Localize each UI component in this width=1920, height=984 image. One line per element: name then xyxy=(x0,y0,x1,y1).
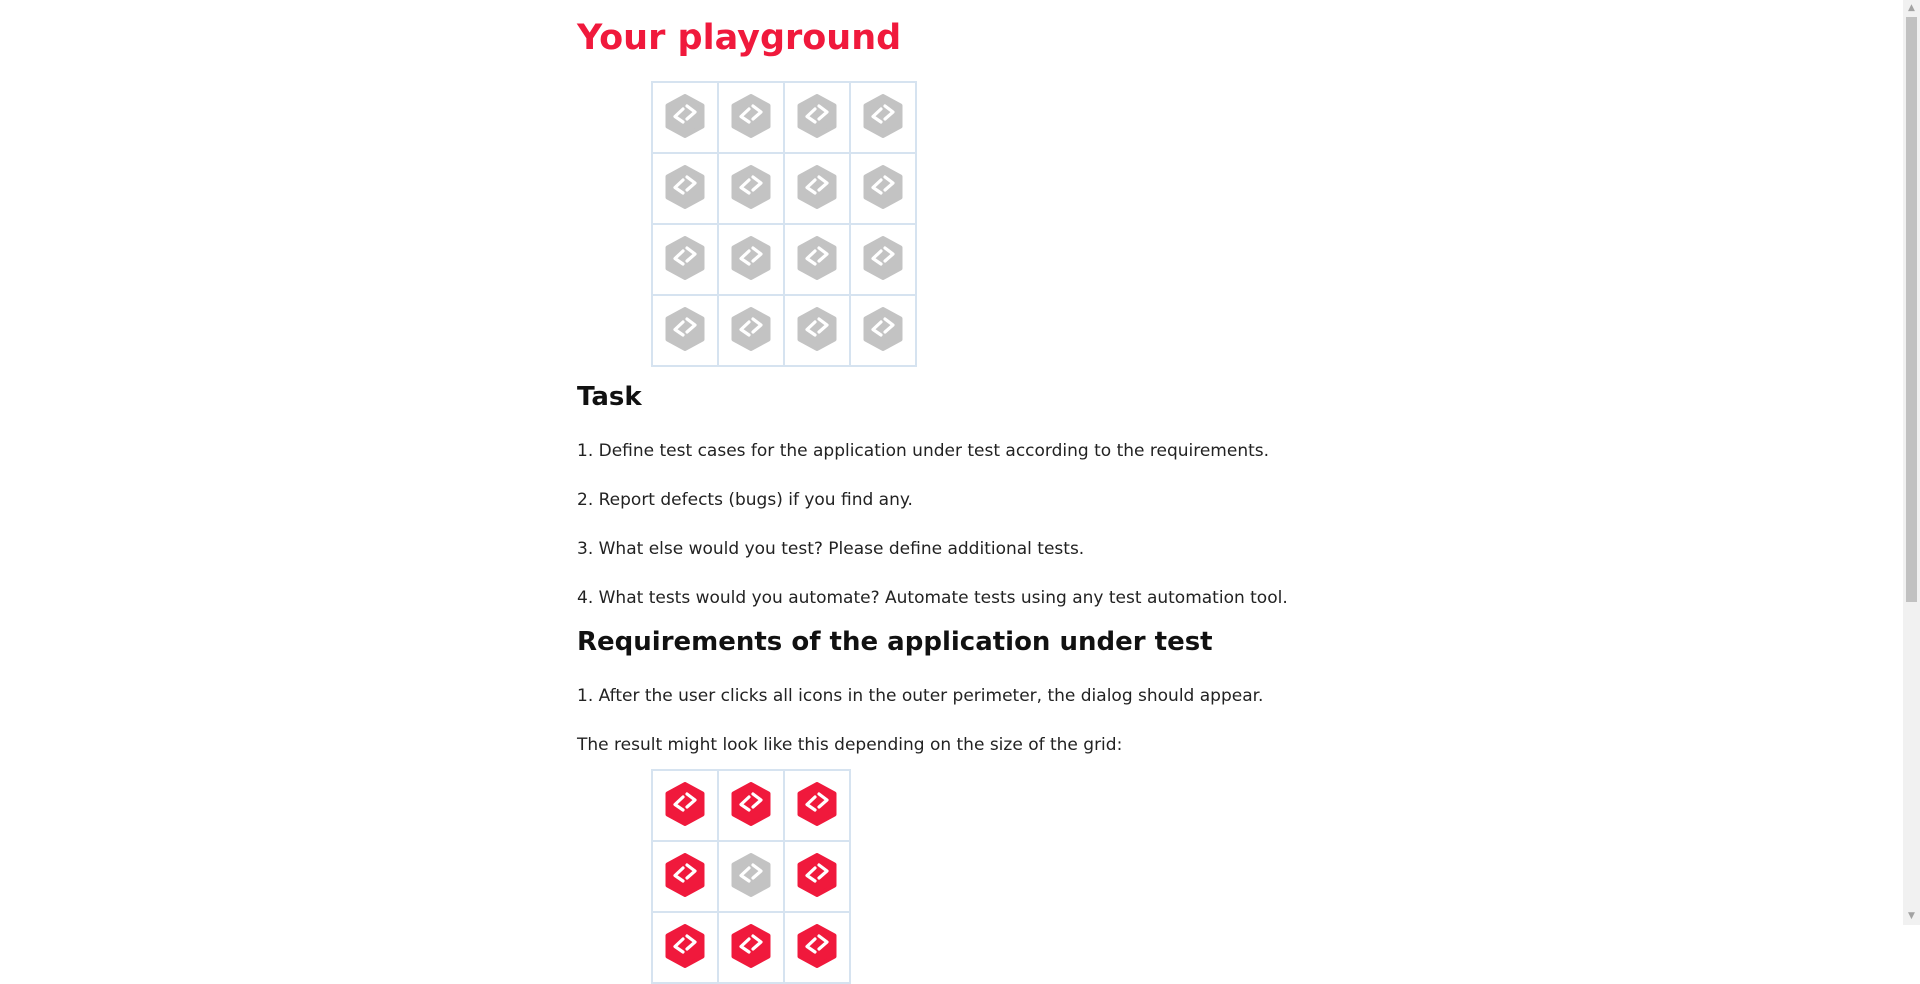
code-hexagon-icon[interactable] xyxy=(795,235,839,280)
scroll-up-arrow-icon[interactable]: ▲ xyxy=(1903,0,1920,17)
playground-cell xyxy=(717,81,785,154)
code-hexagon-icon[interactable] xyxy=(795,781,839,826)
task-heading: Task xyxy=(577,382,642,412)
code-hexagon-icon[interactable] xyxy=(795,923,839,968)
example-cell xyxy=(651,840,719,913)
playground-row xyxy=(651,152,917,225)
example-cell xyxy=(651,911,719,984)
scrollbar-thumb[interactable] xyxy=(1906,17,1917,602)
playground-row xyxy=(651,223,917,296)
playground-cell xyxy=(783,294,851,367)
playground-cell xyxy=(783,152,851,225)
playground-row xyxy=(651,294,917,367)
code-hexagon-icon[interactable] xyxy=(861,93,905,138)
page-title: Your playground xyxy=(577,18,902,58)
code-hexagon-icon[interactable] xyxy=(729,235,773,280)
example-row xyxy=(651,911,851,984)
example-row xyxy=(651,769,851,842)
example-cell xyxy=(651,769,719,842)
example-cell xyxy=(783,840,851,913)
task-item-4: 4. What tests would you automate? Automa… xyxy=(577,588,1288,608)
playground-cell xyxy=(849,294,917,367)
code-hexagon-icon[interactable] xyxy=(861,164,905,209)
playground-cell xyxy=(651,294,719,367)
playground-cell xyxy=(651,223,719,296)
scroll-down-arrow-icon[interactable]: ▼ xyxy=(1903,908,1920,925)
task-item-3: 3. What else would you test? Please defi… xyxy=(577,539,1085,559)
example-cell xyxy=(717,911,785,984)
requirement-note: The result might look like this dependin… xyxy=(577,735,1123,755)
playground-row xyxy=(651,81,917,154)
requirement-item-1: 1. After the user clicks all icons in th… xyxy=(577,686,1264,706)
playground-grid xyxy=(651,81,917,367)
example-cell xyxy=(783,911,851,984)
code-hexagon-icon[interactable] xyxy=(795,93,839,138)
playground-cell xyxy=(849,152,917,225)
code-hexagon-icon[interactable] xyxy=(729,852,773,897)
code-hexagon-icon[interactable] xyxy=(663,852,707,897)
playground-cell xyxy=(783,81,851,154)
example-cell xyxy=(717,769,785,842)
requirements-heading: Requirements of the application under te… xyxy=(577,627,1213,657)
example-row xyxy=(651,840,851,913)
code-hexagon-icon[interactable] xyxy=(663,235,707,280)
code-hexagon-icon[interactable] xyxy=(795,164,839,209)
code-hexagon-icon[interactable] xyxy=(729,93,773,138)
code-hexagon-icon[interactable] xyxy=(795,306,839,351)
playground-cell xyxy=(783,223,851,296)
playground-cell xyxy=(717,152,785,225)
playground-cell xyxy=(717,223,785,296)
code-hexagon-icon[interactable] xyxy=(729,781,773,826)
playground-cell xyxy=(849,81,917,154)
code-hexagon-icon[interactable] xyxy=(729,306,773,351)
vertical-scrollbar[interactable]: ▲ ▼ xyxy=(1903,0,1920,925)
playground-cell xyxy=(651,152,719,225)
example-cell xyxy=(783,769,851,842)
playground-cell xyxy=(849,223,917,296)
code-hexagon-icon[interactable] xyxy=(729,164,773,209)
task-item-1: 1. Define test cases for the application… xyxy=(577,441,1270,461)
playground-cell xyxy=(717,294,785,367)
task-item-2: 2. Report defects (bugs) if you find any… xyxy=(577,490,913,510)
code-hexagon-icon[interactable] xyxy=(861,235,905,280)
code-hexagon-icon[interactable] xyxy=(795,852,839,897)
code-hexagon-icon[interactable] xyxy=(729,923,773,968)
code-hexagon-icon[interactable] xyxy=(663,781,707,826)
code-hexagon-icon[interactable] xyxy=(663,923,707,968)
code-hexagon-icon[interactable] xyxy=(663,93,707,138)
code-hexagon-icon[interactable] xyxy=(663,306,707,351)
example-result-grid xyxy=(651,769,851,984)
example-cell xyxy=(717,840,785,913)
playground-cell xyxy=(651,81,719,154)
code-hexagon-icon[interactable] xyxy=(663,164,707,209)
code-hexagon-icon[interactable] xyxy=(861,306,905,351)
